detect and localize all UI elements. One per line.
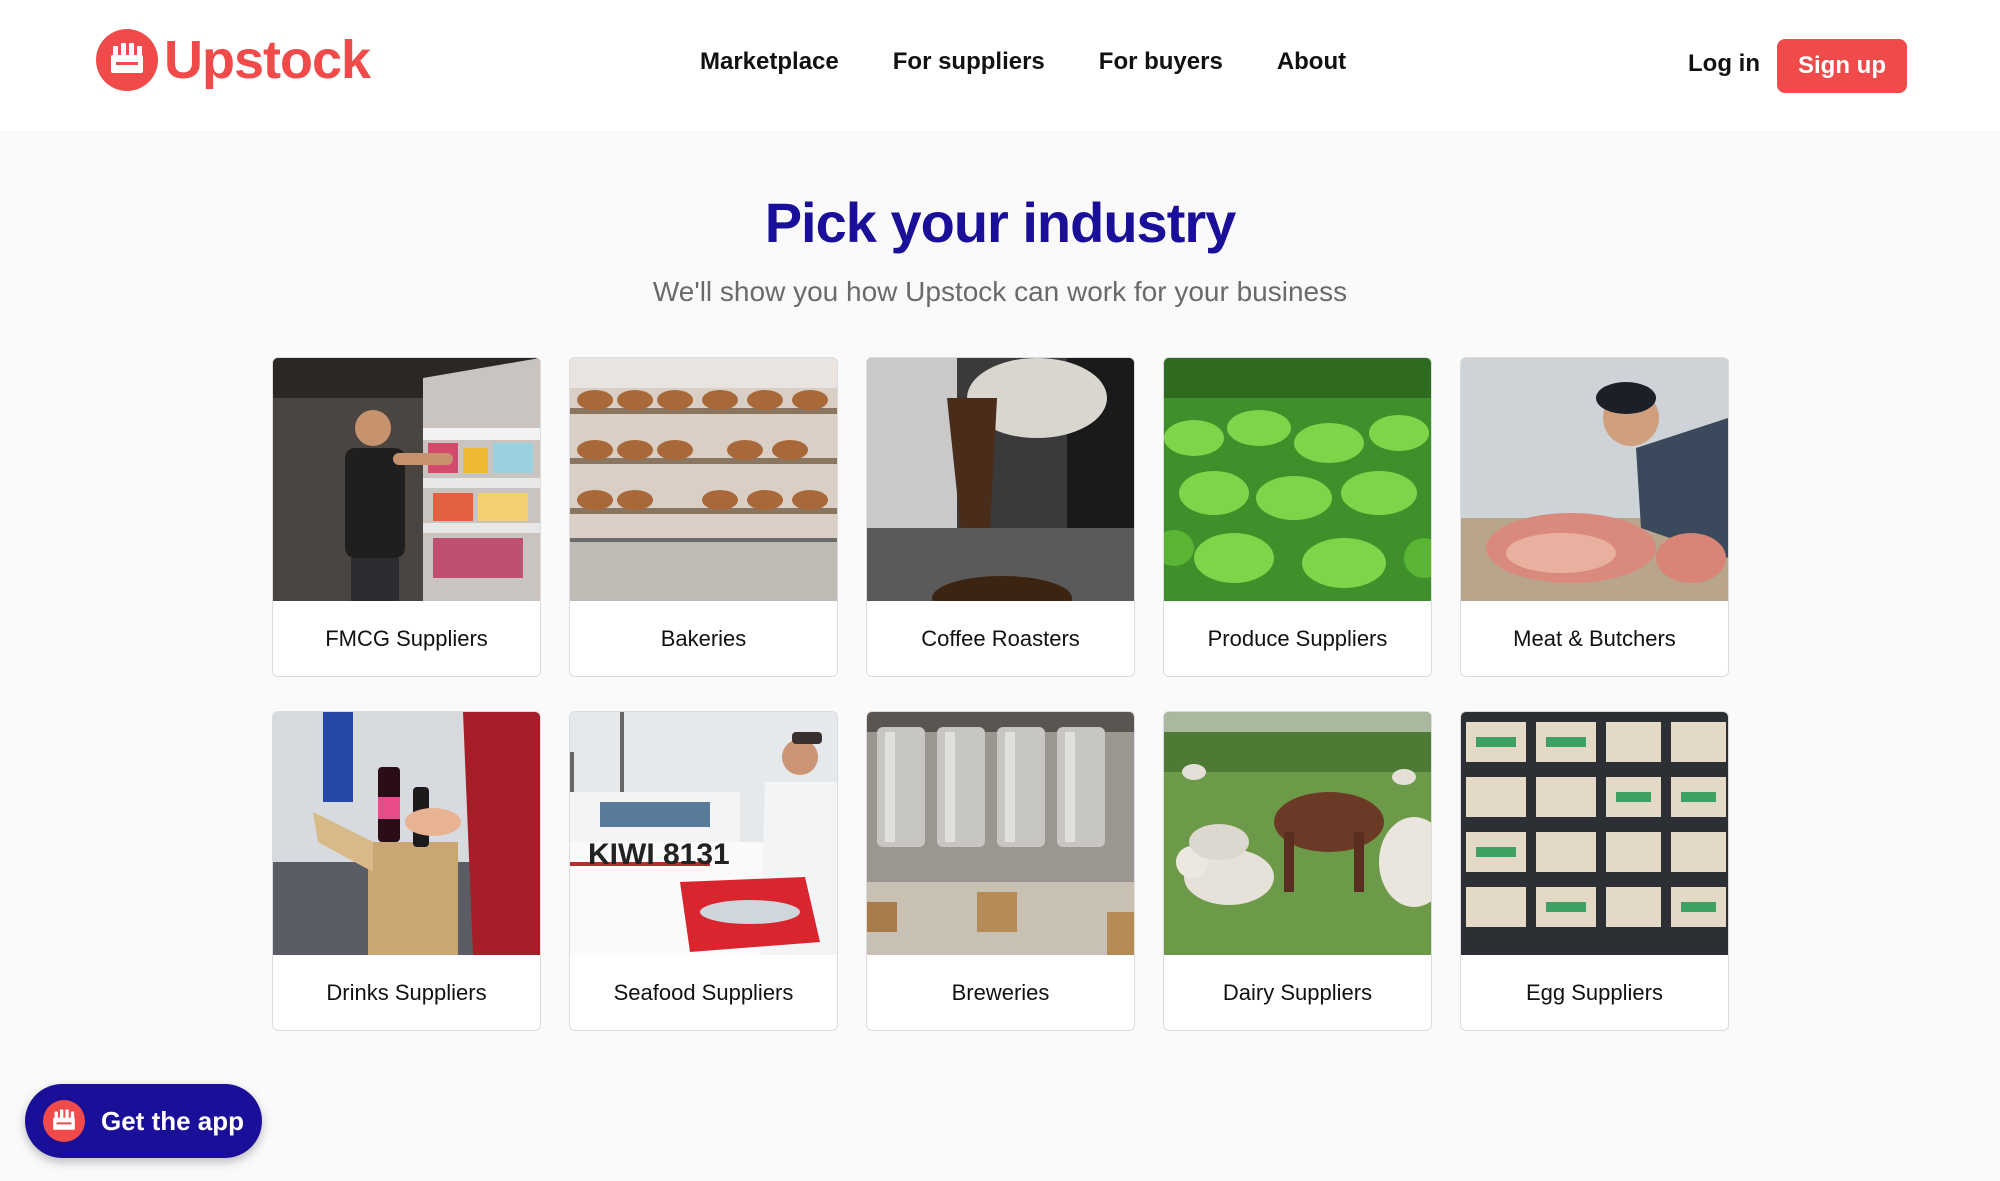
industry-label: FMCG Suppliers: [325, 625, 488, 651]
industry-card-breweries[interactable]: Breweries: [866, 711, 1135, 1031]
industry-label: Meat & Butchers: [1513, 625, 1676, 651]
industry-card-dairy[interactable]: Dairy Suppliers: [1163, 711, 1432, 1031]
industry-card-seafood[interactable]: KIWI 8131 Seafood Suppliers: [569, 711, 838, 1031]
lettuce-field-photo: [1164, 358, 1431, 601]
get-the-app-button[interactable]: Get the app: [25, 1084, 262, 1158]
signup-button[interactable]: Sign up: [1777, 39, 1907, 93]
brewery-tanks-photo: [867, 712, 1134, 955]
industry-label: Breweries: [951, 979, 1050, 1005]
industry-label: Dairy Suppliers: [1222, 979, 1373, 1005]
industry-card-meat-butchers[interactable]: Meat & Butchers: [1460, 357, 1729, 677]
industry-grid: FMCG Suppliers Bakeries Coffee Roasters …: [272, 357, 1732, 1031]
egg-cartons-photo: [1461, 712, 1728, 955]
bottle-packing-photo: [273, 712, 540, 955]
svg-text:KIWI 8131: KIWI 8131: [588, 838, 730, 871]
nav-for-buyers[interactable]: For buyers: [1099, 48, 1223, 76]
industry-label: Bakeries: [660, 625, 747, 651]
site-header: Upstock Marketplace For suppliers For bu…: [0, 0, 2000, 130]
supermarket-aisle-photo: [273, 358, 540, 601]
nav-marketplace[interactable]: Marketplace: [700, 48, 839, 76]
coffee-beans-pouring-photo: [867, 358, 1134, 601]
main-nav: Marketplace For suppliers For buyers Abo…: [700, 48, 1346, 76]
industry-card-coffee-roasters[interactable]: Coffee Roasters: [866, 357, 1135, 677]
nav-for-suppliers[interactable]: For suppliers: [893, 48, 1045, 76]
get-the-app-label: Get the app: [101, 1105, 245, 1136]
login-link[interactable]: Log in: [1688, 50, 1760, 78]
crate-logo-icon: [96, 29, 158, 91]
industry-card-produce[interactable]: Produce Suppliers: [1163, 357, 1432, 677]
bread-shelves-photo: [570, 358, 837, 601]
logo-text: Upstock: [164, 30, 371, 90]
nav-about[interactable]: About: [1277, 48, 1346, 76]
upstock-logo[interactable]: Upstock: [96, 28, 371, 92]
cow-and-sheep-photo: [1164, 712, 1431, 955]
industry-label: Coffee Roasters: [921, 625, 1080, 651]
industry-card-fmcg[interactable]: FMCG Suppliers: [272, 357, 541, 677]
fisherman-boat-photo: KIWI 8131: [570, 712, 837, 955]
crate-logo-icon: [43, 1100, 85, 1142]
page-subtitle: We'll show you how Upstock can work for …: [652, 276, 1348, 307]
industry-card-drinks[interactable]: Drinks Suppliers: [272, 711, 541, 1031]
industry-label: Drinks Suppliers: [326, 979, 487, 1005]
industry-label: Produce Suppliers: [1207, 625, 1388, 651]
butcher-cutting-meat-photo: [1461, 358, 1728, 601]
industry-label: Egg Suppliers: [1526, 979, 1663, 1005]
industry-label: Seafood Suppliers: [613, 979, 794, 1005]
industry-card-bakeries[interactable]: Bakeries: [569, 357, 838, 677]
page-title: Pick your industry: [764, 191, 1237, 254]
industry-card-eggs[interactable]: Egg Suppliers: [1460, 711, 1729, 1031]
